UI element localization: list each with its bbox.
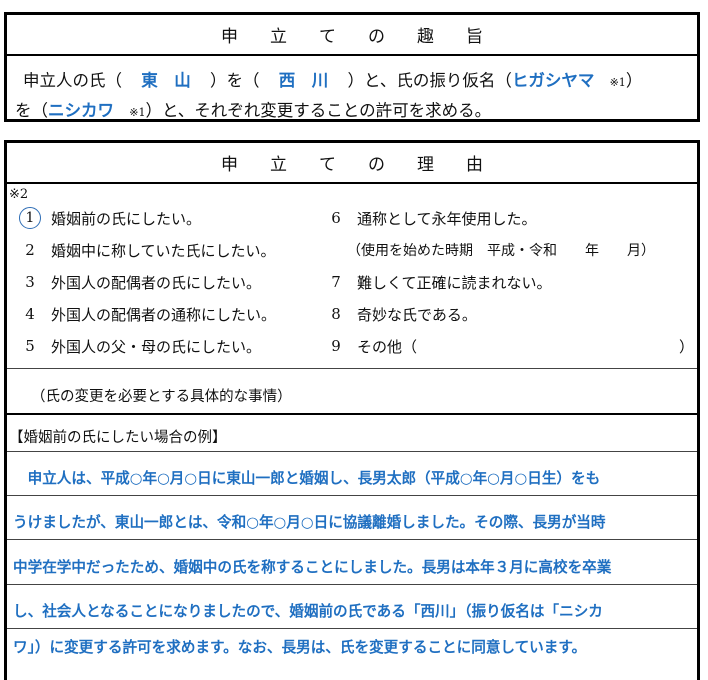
old-kana: ヒガシヤマ — [511, 71, 595, 90]
purpose-line2-b: ）と、それぞれ変更することの許可を求める。 — [145, 101, 492, 120]
purpose-line1-d: ） — [625, 71, 643, 90]
purpose-title-char: 趣 — [417, 27, 434, 47]
divider — [7, 413, 697, 415]
note-mark: ※1 — [609, 76, 626, 89]
purpose-line1-b: ）を（ — [210, 71, 260, 90]
reason-item-1[interactable]: 1 婚姻前の氏にしたい。 — [19, 205, 201, 231]
example-line: 申立人は、平成○年○月○日に東山一郎と婚姻し、長男太郎（平成○年○月○日生）をも — [13, 470, 601, 487]
note-mark-2: ※2 — [9, 187, 29, 202]
reason-item-num: 4 — [25, 305, 35, 323]
reason-item-num: 7 — [331, 273, 341, 291]
reason-item-4[interactable]: 4 外国人の配偶者の通称にしたい。 — [19, 301, 276, 327]
reason-item-6[interactable]: 6 通称として永年使用した。 — [325, 205, 537, 231]
reason-item-num: 8 — [331, 305, 341, 323]
usage-period-text: （使用を始めた時期 平成・令和 年 月） — [347, 243, 655, 259]
reason-item-num: 6 — [331, 209, 341, 227]
purpose-title-char: の — [368, 27, 385, 47]
reason-section: 申 立 て の 理 由 ※2 1 婚姻前の氏にしたい。 2 婚姻中に称していた氏… — [4, 140, 700, 680]
reason-title-char: て — [319, 155, 336, 175]
reason-title-char: 立 — [270, 155, 287, 175]
divider — [7, 495, 697, 496]
reason-item-num: 2 — [25, 241, 35, 259]
other-close-text: ） — [679, 337, 695, 356]
new-kana: ニシカワ — [48, 101, 114, 120]
reason-item-num: 5 — [25, 337, 35, 355]
reason-item-7[interactable]: 7 難しくて正確に読まれない。 — [325, 269, 552, 295]
example-line: し、社会人となることになりましたので、婚姻前の氏である「西川」（振り仮名は「ニシ… — [13, 603, 603, 620]
purpose-line2-a: を（ — [15, 101, 48, 120]
divider — [7, 368, 697, 369]
divider — [7, 451, 697, 452]
reason-title-char: 理 — [417, 155, 434, 175]
example-title: 【婚姻前の氏にしたい場合の例】 — [9, 430, 227, 446]
reason-item-text: 外国人の父・母の氏にしたい。 — [51, 337, 262, 356]
reason-item-text: 外国人の配偶者の通称にしたい。 — [51, 305, 277, 324]
new-surname: 西 川 — [278, 71, 329, 90]
reason-item-num: 3 — [25, 273, 35, 291]
purpose-title-char: 立 — [270, 27, 287, 47]
purpose-text: 申立人の氏（ 東 山 ）を（ 西 川 ）と、氏の振り仮名（ヒガシヤマ ※1） を… — [15, 67, 691, 127]
reason-item-text: 難しくて正確に読まれない。 — [357, 273, 552, 292]
purpose-line1-c: ）と、氏の振り仮名（ — [347, 71, 512, 90]
reason-item-8[interactable]: 8 奇妙な氏である。 — [325, 301, 477, 327]
example-line: ワ」）に変更する許可を求めます。なお、長男は、氏を変更することに同意しています。 — [13, 639, 587, 656]
reason-item-text: 奇妙な氏である。 — [357, 305, 477, 324]
purpose-title-char: て — [319, 27, 336, 47]
purpose-header: 申 立 て の 趣 旨 — [7, 15, 697, 56]
reason-item-5[interactable]: 5 外国人の父・母の氏にしたい。 — [19, 333, 261, 359]
purpose-line1-a: 申立人の氏（ — [23, 71, 122, 90]
specific-circumstances-label: （氏の変更を必要とする具体的な事情） — [31, 389, 292, 405]
reason-item-num: 9 — [331, 337, 341, 355]
reason-item-text: 外国人の配偶者の氏にしたい。 — [51, 273, 262, 292]
divider — [7, 628, 697, 629]
usage-period-note: （使用を始めた時期 平成・令和 年 月） — [347, 237, 655, 263]
divider — [7, 539, 697, 540]
divider — [7, 584, 697, 585]
reason-item-3[interactable]: 3 外国人の配偶者の氏にしたい。 — [19, 269, 261, 295]
other-close-paren: ） — [679, 333, 694, 359]
reason-item-text: 婚姻中に称していた氏にしたい。 — [51, 241, 276, 260]
reason-item-text: 婚姻前の氏にしたい。 — [51, 209, 202, 228]
reason-title-char: 申 — [221, 155, 238, 175]
reason-title-char: の — [368, 155, 385, 175]
reason-item-text: その他（ — [357, 337, 418, 356]
reason-item-2[interactable]: 2 婚姻中に称していた氏にしたい。 — [19, 237, 276, 263]
reason-title-char: 由 — [466, 155, 483, 175]
purpose-title-char: 申 — [221, 27, 238, 47]
reason-item-text: 通称として永年使用した。 — [357, 209, 537, 228]
example-line: うけましたが、東山一郎とは、令和○年○月○日に協議離婚しました。その際、長男が当… — [13, 514, 606, 531]
reason-item-9[interactable]: 9 その他（ — [325, 333, 417, 359]
example-line: 中学在学中だったため、婚姻中の氏を称することにしました。長男は本年３月に高校を卒… — [13, 559, 612, 576]
reason-header: 申 立 て の 理 由 — [7, 143, 697, 184]
purpose-section: 申 立 て の 趣 旨 申立人の氏（ 東 山 ）を（ 西 川 ）と、氏の振り仮名… — [4, 12, 700, 122]
old-surname: 東 山 — [141, 71, 191, 90]
selected-circle-icon: 1 — [19, 207, 41, 229]
purpose-title-char: 旨 — [466, 27, 483, 47]
note-mark: ※1 — [129, 106, 146, 119]
